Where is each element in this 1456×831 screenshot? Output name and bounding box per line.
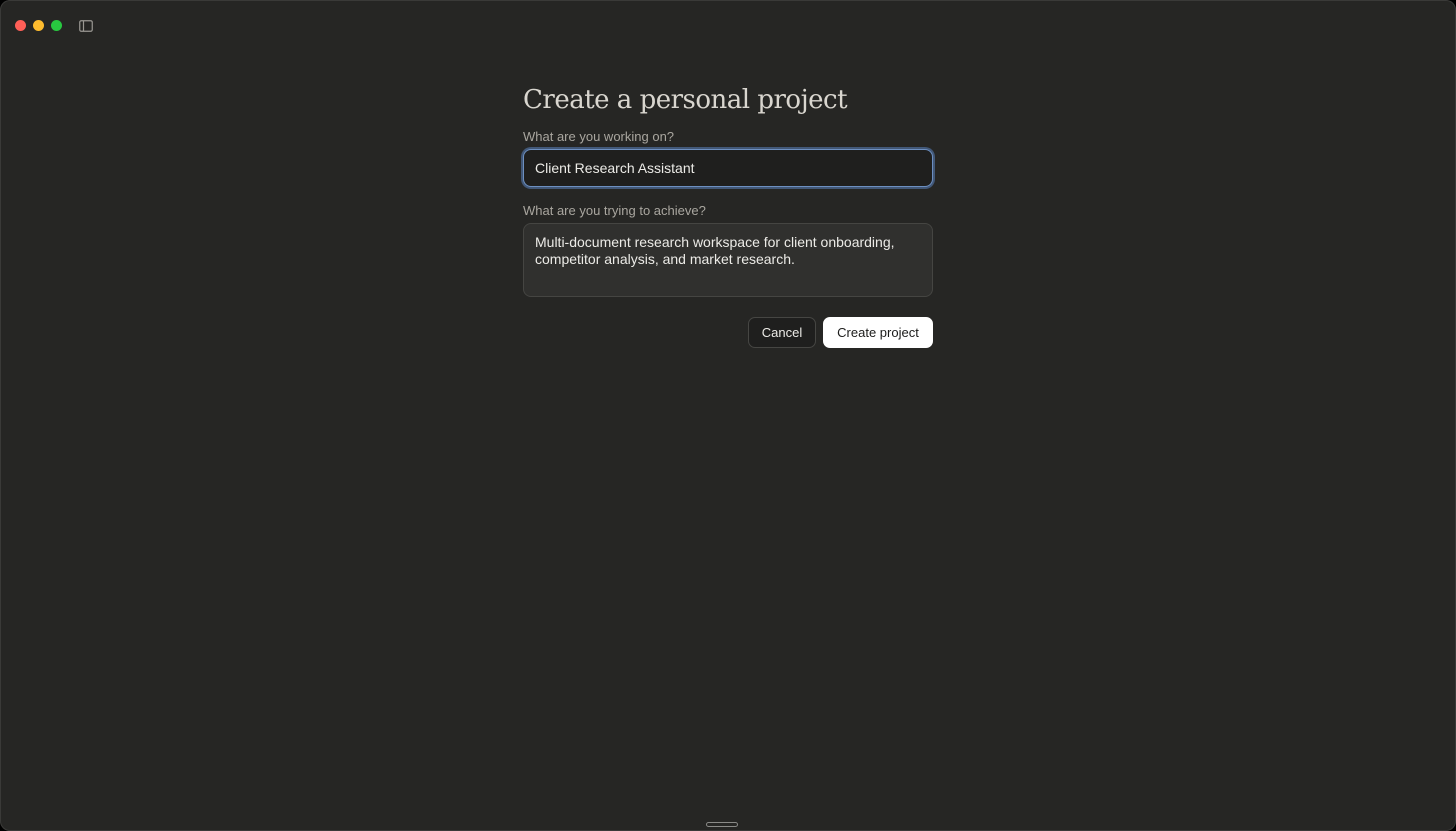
create-project-form: Create a personal project What are you w…: [523, 80, 933, 348]
form-actions: Cancel Create project: [523, 317, 933, 348]
project-goal-label: What are you trying to achieve?: [523, 203, 706, 218]
sidebar-icon[interactable]: [79, 19, 93, 32]
cancel-button[interactable]: Cancel: [748, 317, 816, 348]
maximize-window-button[interactable]: [51, 20, 62, 31]
create-project-button[interactable]: Create project: [823, 317, 933, 348]
app-window: Create a personal project What are you w…: [0, 0, 1456, 831]
window-controls: [15, 20, 62, 31]
project-goal-textarea[interactable]: Multi-document research workspace for cl…: [523, 223, 933, 297]
project-name-input[interactable]: [523, 149, 933, 187]
minimize-window-button[interactable]: [33, 20, 44, 31]
close-window-button[interactable]: [15, 20, 26, 31]
project-name-label: What are you working on?: [523, 129, 675, 144]
page-title: Create a personal project: [523, 85, 848, 115]
window-resize-handle[interactable]: [706, 822, 738, 827]
